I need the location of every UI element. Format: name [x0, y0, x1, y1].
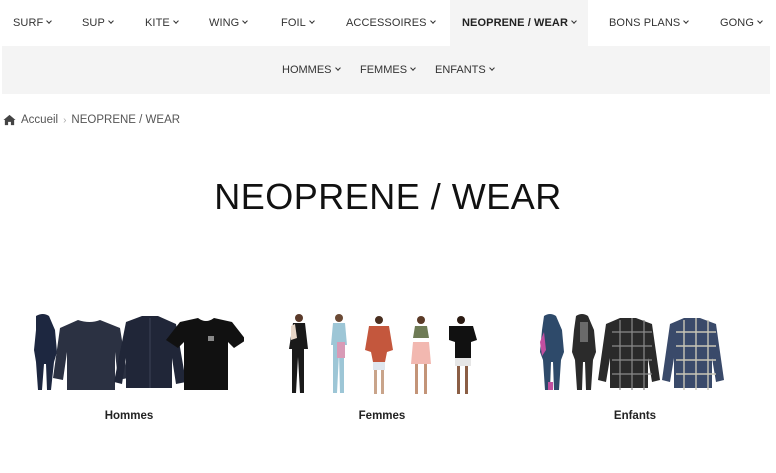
- chevron-down-icon: [488, 65, 495, 71]
- chevron-down-icon: [46, 18, 53, 24]
- category-label: Enfants: [613, 410, 657, 422]
- nav-item-label: ACCESSOIRES: [346, 17, 427, 29]
- subnav-item-enfants[interactable]: ENFANTS: [435, 46, 495, 94]
- chevron-down-icon: [757, 18, 763, 24]
- breadcrumb-separator: ›: [63, 114, 67, 126]
- subnav-item-hommes[interactable]: HOMMES: [282, 46, 341, 94]
- category-label: Femmes: [358, 410, 406, 422]
- chevron-down-icon: [571, 18, 577, 24]
- subnav-item-femmes[interactable]: FEMMES: [360, 46, 416, 94]
- chevron-down-icon: [242, 18, 249, 24]
- nav-item-foil[interactable]: FOIL: [281, 0, 315, 46]
- breadcrumb-home-link[interactable]: Accueil: [21, 114, 58, 126]
- nav-item-kite[interactable]: KITE: [145, 0, 179, 46]
- category-card-hommes[interactable]: Hommes: [14, 300, 244, 430]
- chevron-down-icon: [309, 18, 315, 24]
- nav-item-surf[interactable]: SURF: [13, 0, 53, 46]
- chevron-down-icon: [429, 18, 436, 24]
- nav-item-sup[interactable]: SUP: [82, 0, 114, 46]
- breadcrumb-current: NEOPRENE / WEAR: [71, 114, 181, 126]
- nav-item-label: FOIL: [281, 17, 306, 29]
- sub-nav: HOMMES FEMMES ENFANTS: [2, 46, 770, 94]
- subnav-item-label: FEMMES: [360, 64, 408, 76]
- hommes-image: [34, 314, 244, 390]
- main-nav: SURF SUP KITE WING FOIL ACCESSOIRES NEOP…: [0, 0, 776, 46]
- enfants-image: [540, 314, 724, 390]
- femmes-image: [289, 314, 477, 394]
- nav-item-label: KITE: [145, 17, 170, 29]
- chevron-down-icon: [410, 65, 416, 71]
- chevron-down-icon: [173, 18, 179, 24]
- subnav-item-label: ENFANTS: [435, 64, 486, 76]
- nav-item-label: SUP: [82, 17, 105, 29]
- nav-item-label: WING: [209, 17, 240, 29]
- nav-item-gong[interactable]: GONG: [720, 0, 763, 46]
- page-title: NEOPRENE / WEAR: [214, 176, 562, 217]
- chevron-down-icon: [108, 18, 114, 24]
- nav-item-bons-plans[interactable]: BONS PLANS: [609, 0, 690, 46]
- category-card-enfants[interactable]: Enfants: [520, 300, 750, 430]
- breadcrumb: Accueil › NEOPRENE / WEAR: [3, 112, 180, 128]
- nav-item-neoprene-wear[interactable]: NEOPRENE / WEAR: [450, 0, 589, 46]
- category-label: Hommes: [104, 410, 154, 422]
- home-icon[interactable]: [3, 114, 16, 126]
- nav-item-label: BONS PLANS: [609, 17, 681, 29]
- subnav-item-label: HOMMES: [282, 64, 332, 76]
- chevron-down-icon: [683, 18, 690, 24]
- nav-item-label: NEOPRENE / WEAR: [462, 17, 569, 29]
- nav-item-label: GONG: [720, 17, 755, 29]
- chevron-down-icon: [334, 65, 341, 71]
- category-card-femmes[interactable]: Femmes: [267, 300, 497, 430]
- nav-item-wing[interactable]: WING: [209, 0, 249, 46]
- nav-item-accessoires[interactable]: ACCESSOIRES: [346, 0, 436, 46]
- nav-item-label: SURF: [13, 17, 44, 29]
